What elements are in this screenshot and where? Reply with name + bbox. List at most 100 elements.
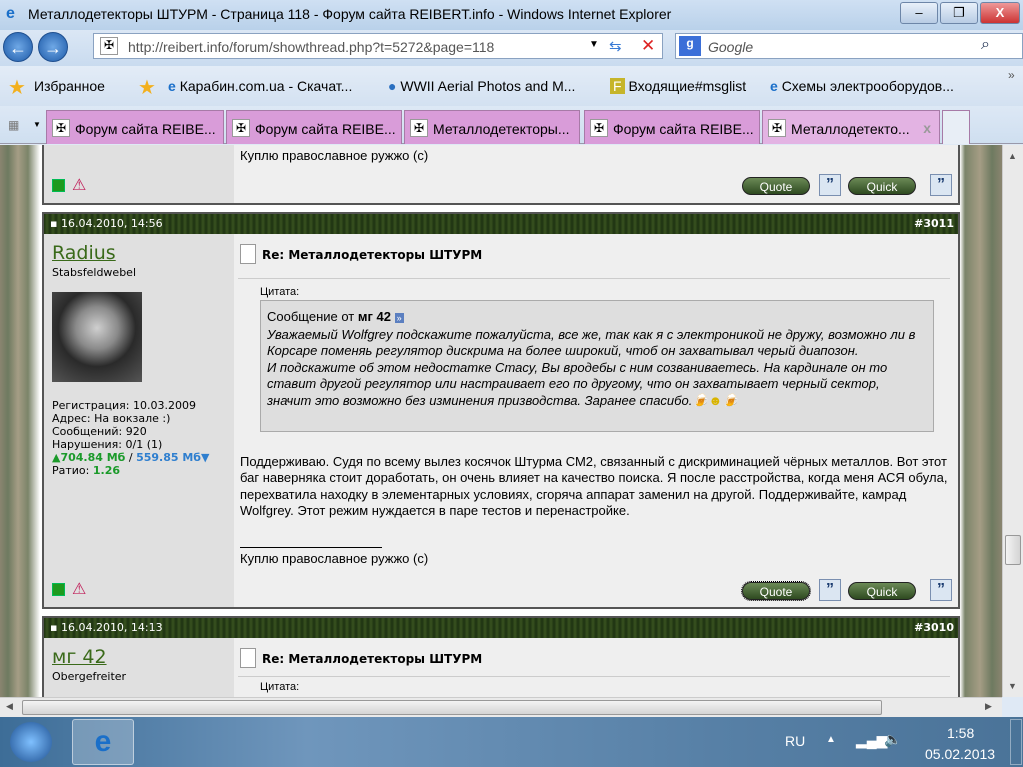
address-bar[interactable]: ✠ http://reibert.info/forum/showthread.p… xyxy=(93,33,663,59)
forward-button[interactable]: → xyxy=(38,32,68,62)
site-favicon: ✠ xyxy=(768,119,786,137)
multi-quote-icon[interactable]: ” xyxy=(819,174,841,196)
registration-date: Регистрация: 10.03.2009 xyxy=(52,399,196,412)
quick-reply-button[interactable]: Quick xyxy=(848,582,916,600)
tab-list-dropdown[interactable]: ▼ xyxy=(33,120,41,129)
ratio: Ратио: 1.26 xyxy=(52,464,209,477)
beer-smiley-icon: 🍺☻🍺 xyxy=(692,392,739,408)
quote-from: Сообщение от xyxy=(267,309,358,324)
scroll-right-arrow[interactable]: ▶ xyxy=(985,701,992,712)
minimize-button[interactable]: – xyxy=(900,2,938,24)
online-status-icon xyxy=(52,179,65,192)
tab-3[interactable]: ✠ Металлодетекторы... xyxy=(404,110,580,144)
clock-time[interactable]: 1:58 xyxy=(947,725,974,741)
post-content-column: Re: Металлодетекторы ШТУРМ Цитата: Сообщ… xyxy=(234,234,958,607)
post-document-icon xyxy=(240,244,256,264)
tab-2[interactable]: ✠ Форум сайта REIBE... xyxy=(226,110,402,144)
user-avatar[interactable] xyxy=(52,292,142,382)
traffic-stats: ▲704.84 Мб / 559.85 Мб▼ xyxy=(52,451,209,464)
tab-5-active[interactable]: ✠ Металлодетекто... x xyxy=(762,110,940,144)
post-content-column: Куплю православное ружжо (с) Quote ” Qui… xyxy=(234,145,958,203)
user-rank: Stabsfeldwebel xyxy=(52,266,136,279)
violations: Нарушения: 0/1 (1) xyxy=(52,438,163,451)
scroll-thumb[interactable] xyxy=(22,700,882,715)
add-favorite-icon[interactable]: ★ xyxy=(138,75,156,100)
search-placeholder[interactable]: Google xyxy=(708,39,753,55)
show-hidden-icons[interactable]: ▲ xyxy=(826,734,836,745)
quick-quote-icon[interactable]: ” xyxy=(930,579,952,601)
search-icon[interactable]: ⌕ xyxy=(981,36,990,54)
refresh-icon[interactable]: ⇆ xyxy=(609,37,622,55)
quick-quote-icon[interactable]: ” xyxy=(930,174,952,196)
favorites-bar: ★ Избранное ★ e Карабин.com.ua - Скачат.… xyxy=(0,66,1023,106)
report-icon[interactable]: ⚠ xyxy=(72,175,86,195)
scroll-thumb[interactable] xyxy=(1005,535,1021,565)
downloaded: 559.85 Мб▼ xyxy=(136,451,210,464)
signature: Куплю православное ружжо (с) xyxy=(240,551,429,566)
post-body: Поддерживаю. Судя по всему вылез косячок… xyxy=(240,454,948,518)
favorite-label: Входящие#msglist xyxy=(628,78,747,94)
url-text[interactable]: http://reibert.info/forum/showthread.php… xyxy=(128,39,494,55)
quote-button[interactable]: Quote xyxy=(742,177,810,195)
horizontal-scrollbar[interactable]: ◀ ▶ xyxy=(0,697,1002,717)
page-content: ⚠ Куплю православное ружжо (с) Quote ” Q… xyxy=(0,145,1002,697)
username-link[interactable]: мг 42 xyxy=(52,646,107,668)
tab-1[interactable]: ✠ Форум сайта REIBE... xyxy=(46,110,224,144)
dropdown-icon[interactable]: ▼ xyxy=(589,39,599,50)
show-desktop-button[interactable] xyxy=(1010,719,1022,765)
tab-label: Металлодетекто... xyxy=(791,121,910,137)
view-post-icon[interactable]: » xyxy=(394,313,404,323)
new-tab-button[interactable] xyxy=(942,110,970,144)
post-number[interactable]: #3011 xyxy=(914,214,954,234)
quick-reply-button[interactable]: Quick xyxy=(848,177,916,195)
navigation-bar: ← → ✠ http://reibert.info/forum/showthre… xyxy=(0,30,1023,66)
quote-button[interactable]: Quote xyxy=(741,581,811,601)
favorite-label: Схемы электрооборудов... xyxy=(781,78,954,94)
ie-taskbar-button[interactable]: e xyxy=(72,719,134,765)
close-button[interactable]: X xyxy=(980,2,1020,24)
back-button[interactable]: ← xyxy=(3,32,33,62)
scroll-down-arrow[interactable]: ▼ xyxy=(1008,681,1017,691)
post-count: Сообщений: 920 xyxy=(52,425,147,438)
tab-4[interactable]: ✠ Форум сайта REIBE... xyxy=(584,110,760,144)
volume-icon[interactable]: 🔈 xyxy=(884,731,901,748)
username-link[interactable]: Radius xyxy=(52,242,116,264)
favorites-button[interactable]: Избранное xyxy=(34,78,105,94)
post-header: ▪ 16.04.2010, 14:13 #3010 xyxy=(44,618,958,638)
ie-icon: e xyxy=(770,78,782,94)
start-button[interactable] xyxy=(10,722,52,762)
user-stats: Регистрация: 10.03.2009 Адрес: На вокзал… xyxy=(52,399,209,477)
stop-icon[interactable]: ✕ xyxy=(641,36,655,56)
favorite-link-4[interactable]: e Схемы электрооборудов... xyxy=(770,78,954,94)
online-status-icon xyxy=(52,583,65,596)
site-favicon: ✠ xyxy=(590,119,608,137)
vertical-scrollbar[interactable]: ▲ ▼ xyxy=(1002,145,1023,697)
more-favorites-button[interactable]: » xyxy=(1008,68,1015,82)
network-icon[interactable]: ▂▄▆ xyxy=(856,732,887,749)
uploaded: ▲704.84 Мб xyxy=(52,451,126,464)
favorite-link-2[interactable]: ● WWII Aerial Photos and M... xyxy=(388,78,575,94)
post-content-column: Re: Металлодетекторы ШТУРМ Цитата: xyxy=(234,638,958,697)
user-rank: Obergefreiter xyxy=(52,670,127,683)
post-number[interactable]: #3010 xyxy=(914,618,954,638)
signature: Куплю православное ружжо (с) xyxy=(240,148,429,163)
scroll-up-arrow[interactable]: ▲ xyxy=(1008,151,1017,161)
divider xyxy=(238,676,950,677)
tab-label: Металлодетекторы... xyxy=(433,121,570,137)
quote-header: Сообщение от мг 42 » xyxy=(267,309,927,327)
globe-icon: ● xyxy=(388,78,401,94)
ie-icon: e xyxy=(6,5,15,22)
quick-tabs-icon[interactable]: ▦ xyxy=(8,118,19,132)
search-box[interactable]: g Google ⌕ xyxy=(675,33,1023,59)
multi-quote-icon[interactable]: ” xyxy=(819,579,841,601)
tab-close-button[interactable]: x xyxy=(923,120,931,136)
site-favicon: ✠ xyxy=(410,119,428,137)
clock-date[interactable]: 05.02.2013 xyxy=(925,746,995,762)
language-indicator[interactable]: RU xyxy=(785,733,805,749)
favorite-link-3[interactable]: F Входящие#msglist xyxy=(610,78,746,94)
report-icon[interactable]: ⚠ xyxy=(72,579,86,599)
favorite-link-1[interactable]: e Карабин.com.ua - Скачат... xyxy=(168,78,352,94)
restore-button[interactable]: ❐ xyxy=(940,2,978,24)
scroll-left-arrow[interactable]: ◀ xyxy=(6,701,13,712)
post-user-column: ⚠ xyxy=(44,145,234,203)
